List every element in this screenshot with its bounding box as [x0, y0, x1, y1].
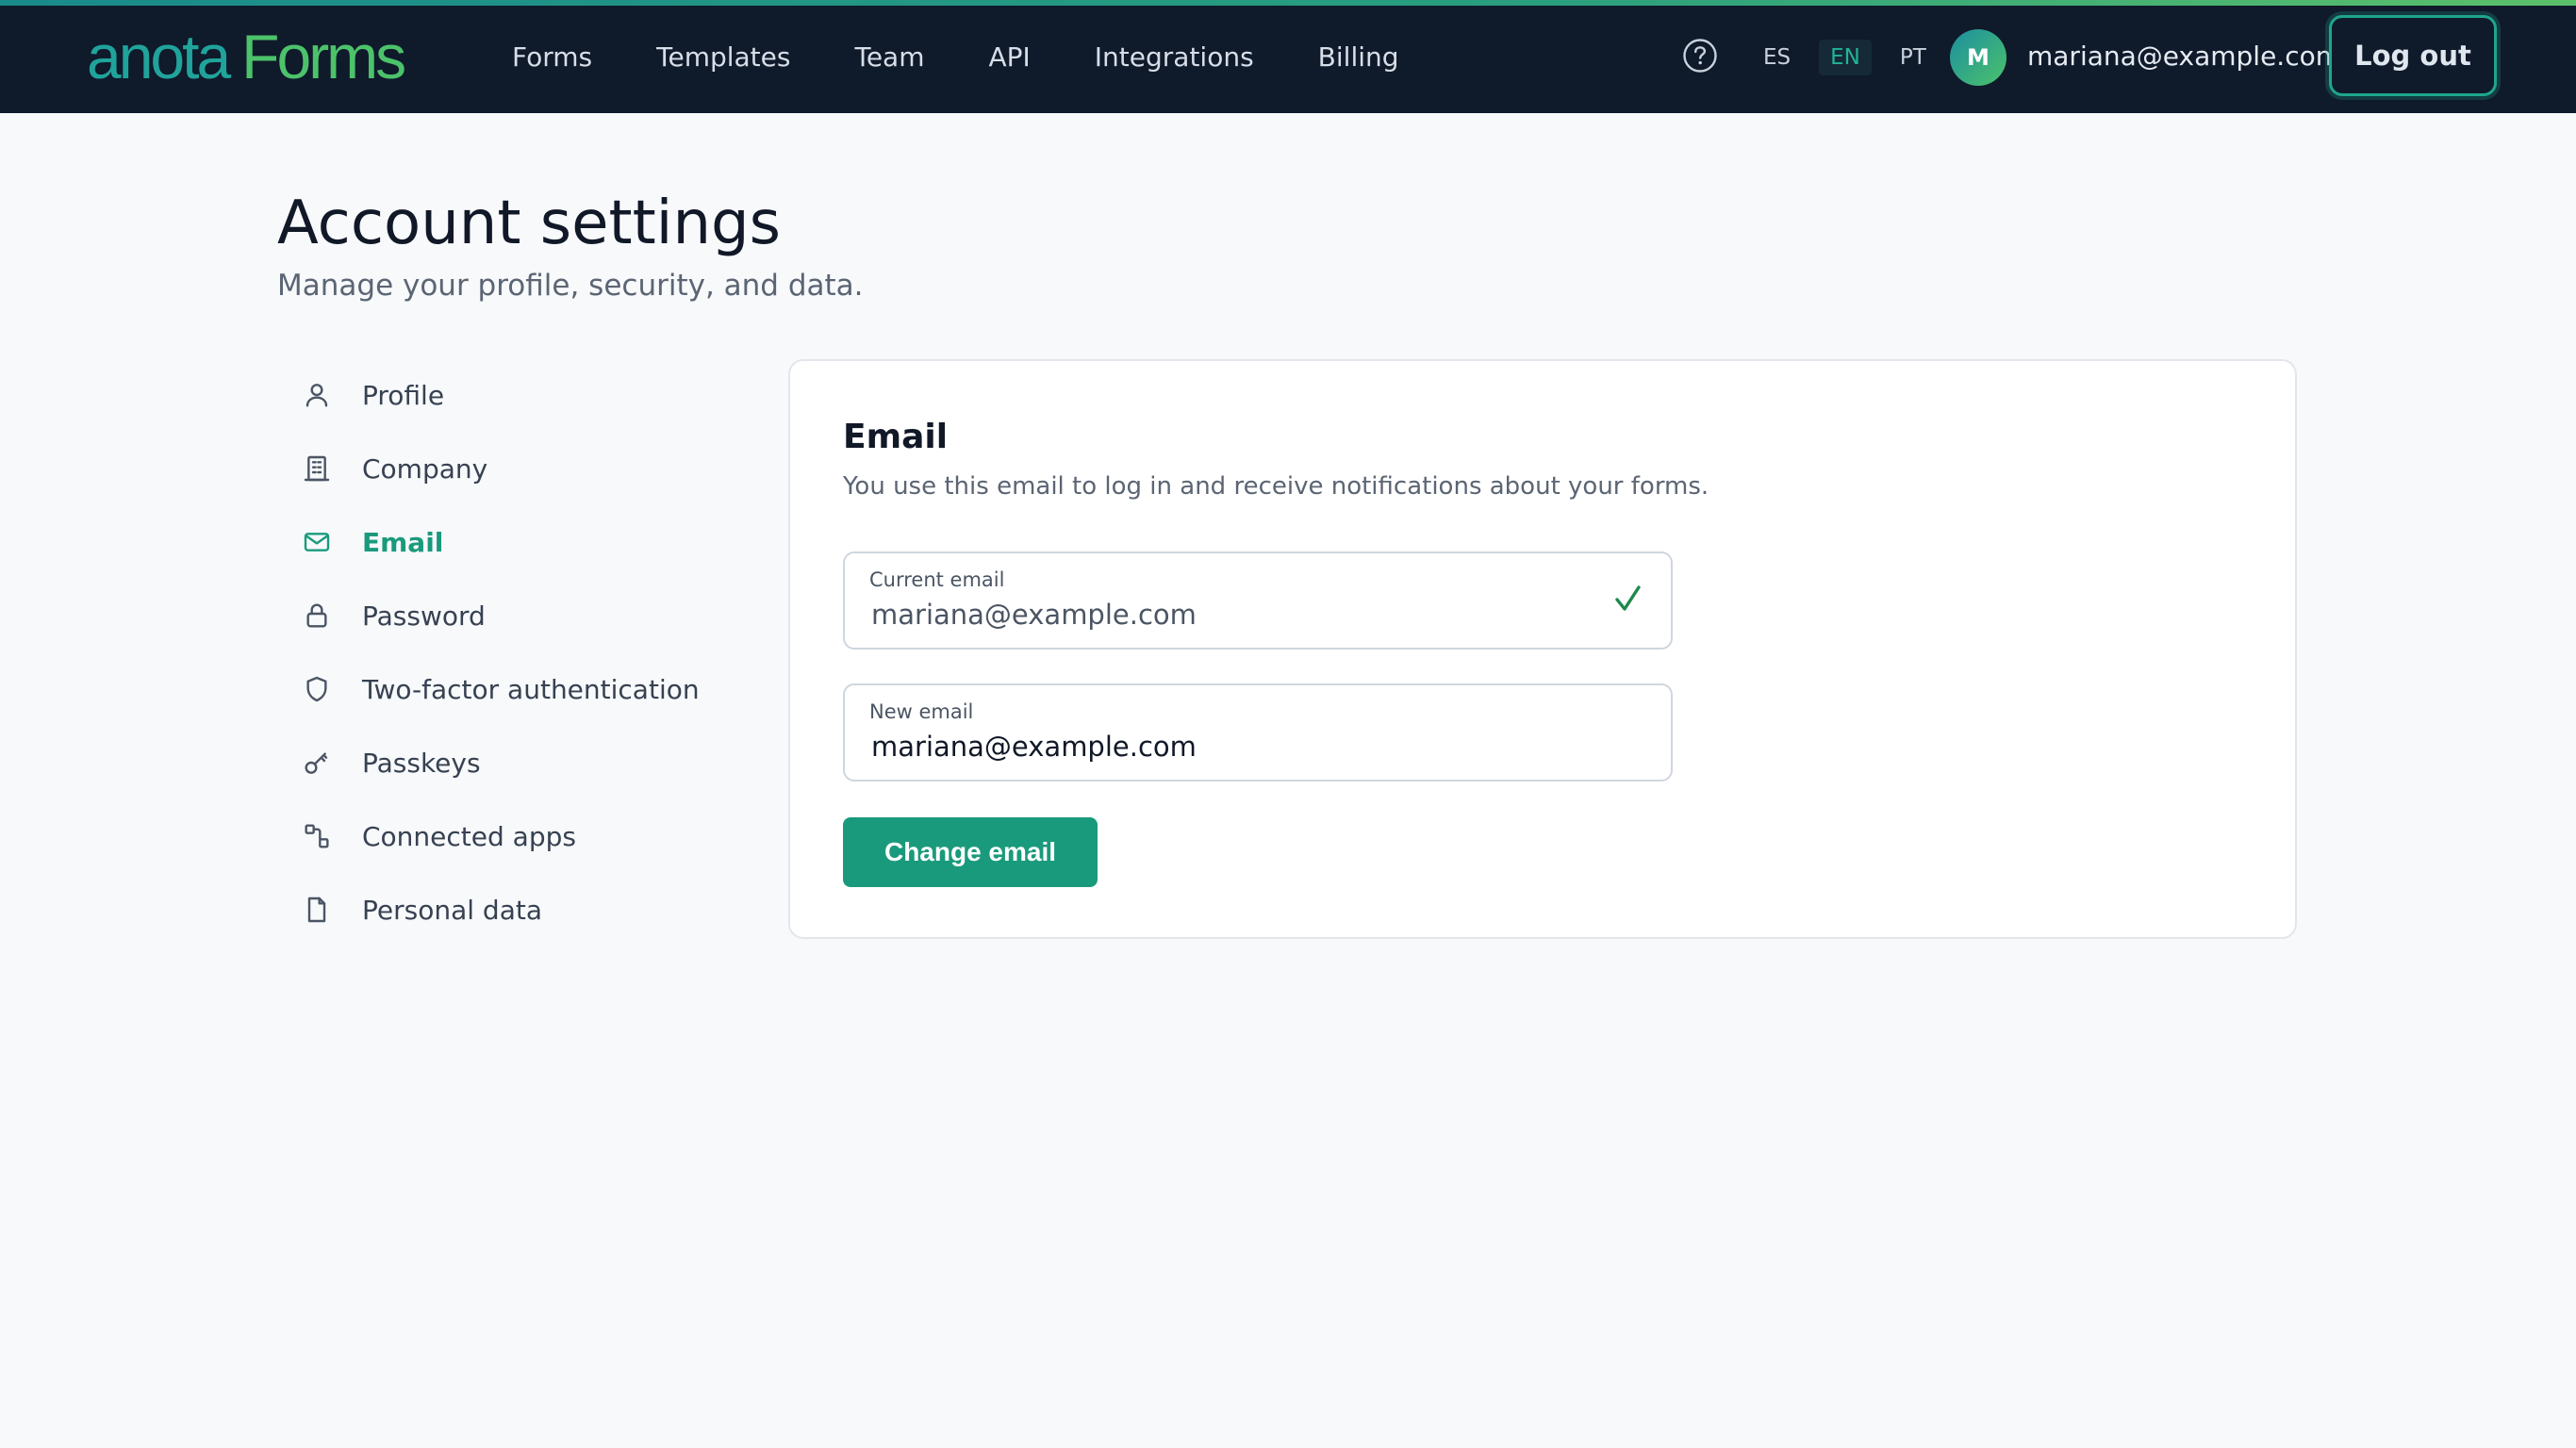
sidebar-item-label: Personal data	[362, 894, 542, 926]
sidebar-item-passkeys[interactable]: Passkeys	[277, 726, 730, 799]
main-nav: Forms Templates Team API Integrations Bi…	[512, 0, 1463, 113]
sidebar-item-label: Profile	[362, 379, 445, 411]
page-subtitle: Manage your profile, security, and data.	[277, 269, 864, 303]
sidebar-item-personal-data[interactable]: Personal data	[277, 873, 730, 946]
lock-icon	[296, 595, 338, 636]
new-email-input[interactable]: mariana@example.com	[871, 731, 1197, 763]
user-icon	[296, 374, 338, 416]
nav-forms[interactable]: Forms	[512, 41, 592, 73]
sidebar-item-profile[interactable]: Profile	[277, 358, 730, 432]
settings-sidebar: Profile Company Email Password Two-facto…	[277, 358, 730, 946]
key-icon	[296, 742, 338, 783]
brand-logo-part1: anota	[87, 22, 231, 91]
new-email-label: New email	[869, 700, 974, 723]
language-switcher: ES EN PT	[1752, 39, 1955, 76]
lang-es[interactable]: ES	[1752, 40, 1802, 75]
sidebar-item-company[interactable]: Company	[277, 432, 730, 505]
email-settings-card: Email You use this email to log in and r…	[788, 359, 2297, 939]
card-title: Email	[843, 418, 949, 456]
check-icon	[1615, 585, 1641, 611]
page-title: Account settings	[277, 189, 781, 258]
brand-logo[interactable]: anota Forms	[87, 21, 406, 92]
user-email[interactable]: mariana@example.com	[2027, 41, 2341, 72]
shield-icon	[296, 668, 338, 710]
sidebar-item-label: Password	[362, 600, 486, 632]
nav-templates[interactable]: Templates	[656, 41, 790, 73]
lang-en[interactable]: EN	[1819, 40, 1872, 75]
sidebar-item-password[interactable]: Password	[277, 579, 730, 652]
sidebar-item-label: Connected apps	[362, 820, 576, 852]
apps-icon	[296, 815, 338, 857]
current-email-label: Current email	[869, 568, 1005, 591]
sidebar-item-label: Email	[362, 526, 444, 558]
building-icon	[296, 448, 338, 489]
lang-pt[interactable]: PT	[1889, 40, 1938, 75]
help-icon[interactable]	[1682, 38, 1718, 74]
sidebar-item-label: Passkeys	[362, 747, 481, 779]
nav-api[interactable]: API	[989, 41, 1031, 73]
logout-button[interactable]: Log out	[2329, 15, 2497, 96]
nav-billing[interactable]: Billing	[1318, 41, 1399, 73]
sidebar-item-two-factor[interactable]: Two-factor authentication	[277, 652, 730, 726]
brand-logo-part2: Forms	[241, 22, 406, 91]
current-email-value: mariana@example.com	[871, 599, 1197, 631]
sidebar-item-label: Two-factor authentication	[362, 673, 700, 705]
top-navigation-bar: anota Forms Forms Templates Team API Inte…	[0, 0, 2576, 113]
nav-integrations[interactable]: Integrations	[1095, 41, 1254, 73]
sidebar-item-label: Company	[362, 452, 488, 485]
nav-team[interactable]: Team	[854, 41, 924, 73]
current-email-field: Current email mariana@example.com	[843, 551, 1673, 650]
sidebar-item-email[interactable]: Email	[277, 505, 730, 579]
new-email-field[interactable]: New email mariana@example.com	[843, 683, 1673, 782]
sidebar-item-connected-apps[interactable]: Connected apps	[277, 799, 730, 873]
change-email-button[interactable]: Change email	[843, 817, 1098, 887]
file-icon	[296, 889, 338, 930]
avatar[interactable]: M	[1950, 29, 2006, 86]
card-description: You use this email to log in and receive…	[843, 472, 1709, 501]
mail-icon	[296, 521, 338, 563]
